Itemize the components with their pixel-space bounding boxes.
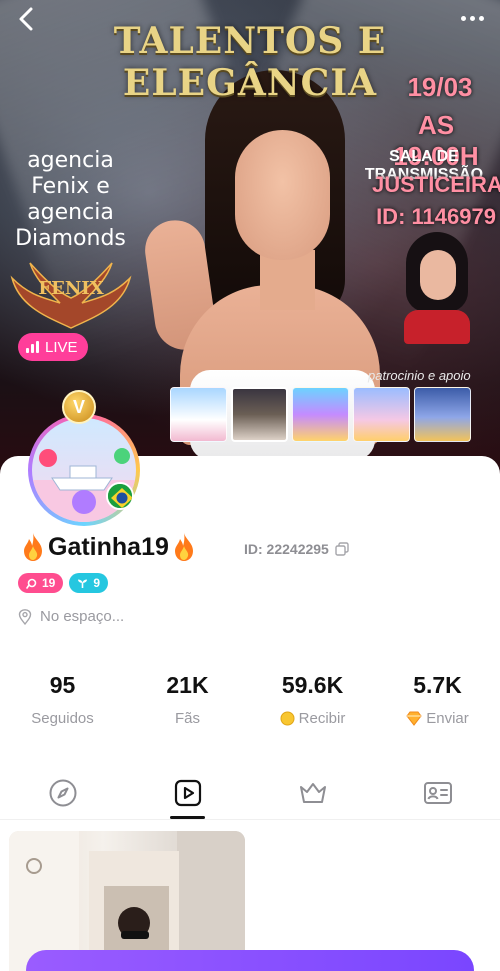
stat-value: 95 <box>49 672 76 698</box>
stat-following[interactable]: 95 Seguidos <box>0 672 125 727</box>
profile-stats: 95 Seguidos 21K Fãs 59.6K Recibir 5.7K E… <box>0 672 500 727</box>
banner-thumbnail-strip <box>170 387 471 442</box>
fan-badge: 9 <box>69 573 109 593</box>
level-icon <box>26 578 37 589</box>
profile-location: No espaço... <box>18 608 124 625</box>
thumbnail-carousel[interactable] <box>353 387 410 442</box>
stat-label: Enviar <box>426 710 469 727</box>
banner-agency-text: agencia Fenix e agencia Diamonds <box>15 148 126 251</box>
live-label: LIVE <box>45 338 78 356</box>
stat-label: Fãs <box>174 710 200 727</box>
fire-icon <box>24 533 42 561</box>
fan-badge-value: 9 <box>93 576 101 590</box>
banner-room-id: ID: 1146979 <box>376 204 496 229</box>
thumbnail-trophy[interactable] <box>414 387 471 442</box>
stat-received[interactable]: 59.6K Recibir <box>250 672 375 727</box>
level-badge-value: 19 <box>42 576 56 590</box>
stat-label: Seguidos <box>31 710 94 727</box>
profile-badges: 19 9 <box>18 573 109 593</box>
bottom-action-bar[interactable] <box>26 950 474 971</box>
avatar[interactable]: V <box>12 388 144 526</box>
stat-value: 59.6K <box>281 672 344 698</box>
more-menu-icon[interactable] <box>456 8 488 28</box>
location-pin-icon <box>18 608 32 625</box>
stat-sent[interactable]: 5.7K Enviar <box>375 672 500 727</box>
banner-date: 19/03 <box>407 72 473 102</box>
diamond-icon <box>406 711 422 726</box>
level-badge: 19 <box>18 573 64 593</box>
profile-tabs <box>0 774 500 820</box>
stat-value: 5.7K <box>413 672 462 698</box>
thumbnail-rainbow[interactable] <box>292 387 349 442</box>
id-card-icon <box>423 782 452 804</box>
fire-icon <box>174 533 193 561</box>
active-tab-indicator <box>170 816 205 819</box>
profile-name-row: Gatinha19 <box>20 530 197 564</box>
user-id-text: ID: 22242295 <box>244 541 329 557</box>
vip-badge-icon: V <box>62 390 96 424</box>
tab-profile-card[interactable] <box>375 774 500 820</box>
tab-explore[interactable] <box>0 774 125 820</box>
banner-hero-portrait <box>398 232 476 344</box>
live-badge[interactable]: LIVE <box>18 333 88 361</box>
thumbnail-yacht[interactable] <box>170 387 227 442</box>
banner-portrait <box>141 70 380 460</box>
back-arrow-icon[interactable] <box>14 6 40 32</box>
coin-icon <box>280 711 295 726</box>
compass-icon <box>49 779 76 807</box>
brazil-flag-icon <box>106 482 134 510</box>
crown-icon <box>299 783 326 803</box>
live-bars-icon <box>26 341 39 353</box>
tab-videos[interactable] <box>125 774 250 820</box>
sprout-icon <box>78 579 88 588</box>
stat-label: Recibir <box>298 710 346 727</box>
copy-icon[interactable] <box>335 542 349 556</box>
profile-name: Gatinha19 <box>48 532 169 561</box>
tab-crown[interactable] <box>250 774 375 820</box>
location-text: No espaço... <box>40 608 125 625</box>
thumbnail-poster[interactable] <box>231 387 288 442</box>
stat-value: 21K <box>166 672 209 698</box>
stat-fans[interactable]: 21K Fãs <box>125 672 250 727</box>
banner-agency-logo: FENIX <box>38 278 104 299</box>
profile-user-id[interactable]: ID: 22242295 <box>244 541 349 557</box>
banner-sponsor-text: patrocinio e apoio <box>368 368 471 383</box>
video-icon <box>174 779 201 807</box>
banner-room-name: JUSTICEIRA <box>372 172 500 197</box>
